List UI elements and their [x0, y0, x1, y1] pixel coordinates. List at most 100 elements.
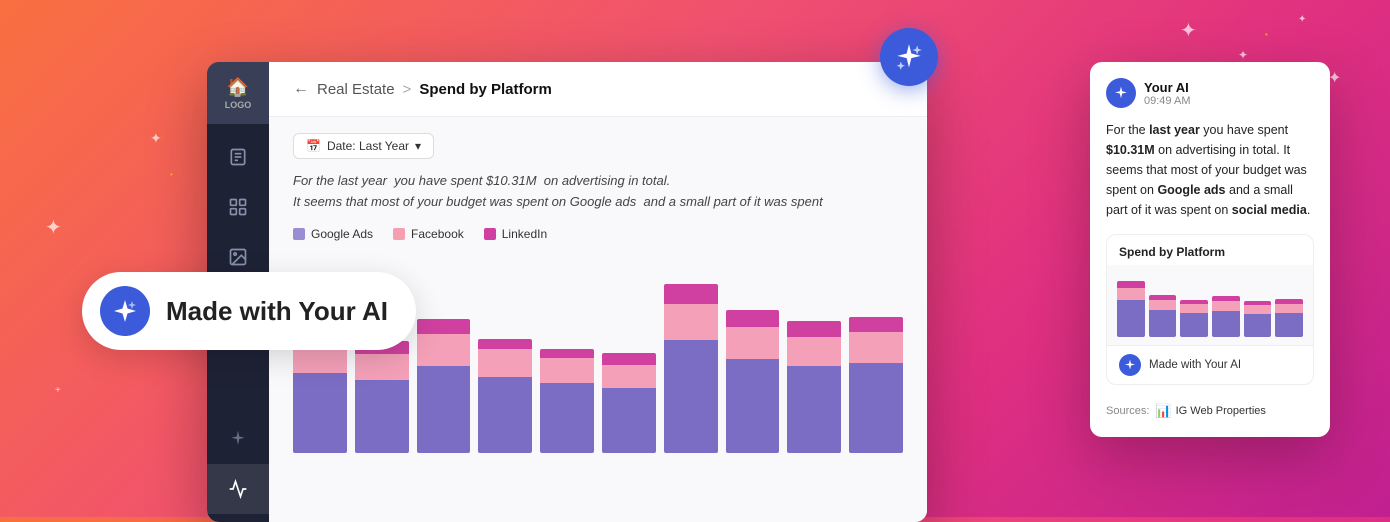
star-decoration-1: ✦: [45, 215, 62, 240]
chart-legend: Google Ads Facebook LinkedIn: [293, 227, 903, 241]
star-decoration-9: ✦: [1328, 68, 1341, 88]
legend-label-facebook: Facebook: [411, 227, 464, 241]
badge-text-small: Made with Your AI: [1149, 359, 1241, 371]
mini-bar-segment-facebook: [1149, 300, 1177, 310]
filter-bar: 📅 Date: Last Year ▾: [293, 133, 903, 159]
sidebar-item-ai[interactable]: [207, 414, 269, 464]
mini-bar-segment-google: [1117, 300, 1145, 337]
bar-segment-facebook: [602, 365, 656, 388]
document-icon: [228, 147, 248, 167]
legend-dot-linkedin: [484, 228, 496, 240]
mini-bar-segment-google: [1149, 310, 1177, 337]
star-decoration-7: ✦: [1298, 14, 1306, 25]
mini-chart-card: Spend by Platform Made with Your AI: [1106, 234, 1314, 385]
back-button[interactable]: ←: [293, 80, 309, 98]
sidebar-item-analytics[interactable]: [207, 464, 269, 514]
bar-segment-facebook: [417, 334, 471, 366]
breadcrumb: Real Estate > Spend by Platform: [317, 81, 552, 98]
badge-icon-small: [1119, 354, 1141, 376]
bar-segment-google: [478, 377, 532, 453]
bar-segment-facebook: [355, 354, 409, 380]
mini-bar-stack: [1275, 299, 1303, 337]
bar-segment-google: [355, 380, 409, 453]
ai-spark-button[interactable]: [880, 28, 938, 86]
bar-segment-linkedin: [787, 321, 841, 337]
bar-segment-linkedin: [602, 353, 656, 365]
chat-name: Your AI: [1144, 80, 1190, 95]
bar-segment-linkedin: [478, 339, 532, 349]
sources-bar-icon: 📊: [1155, 403, 1171, 419]
bar-group: [355, 341, 409, 453]
sidebar-item-documents[interactable]: [207, 132, 269, 182]
sidebar-item-grid[interactable]: [207, 182, 269, 232]
bar-segment-google: [664, 340, 718, 453]
breadcrumb-parent: Real Estate: [317, 81, 395, 98]
mini-bar-segment-google: [1180, 313, 1208, 337]
bar-group: [726, 310, 780, 453]
chat-message: For the last year you have spent $10.31M…: [1106, 120, 1314, 220]
mini-bar-stack: [1212, 296, 1240, 337]
bar-group: [664, 284, 718, 453]
legend-item-facebook: Facebook: [393, 227, 464, 241]
header: ← Real Estate > Spend by Platform: [269, 62, 927, 117]
mini-bar-stack: [1244, 301, 1272, 337]
legend-dot-facebook: [393, 228, 405, 240]
legend-label-linkedin: LinkedIn: [502, 227, 547, 241]
legend-item-linkedin: LinkedIn: [484, 227, 547, 241]
sparkle-large-icon: [895, 43, 923, 71]
sparkle-icon: [228, 429, 248, 449]
mini-bar-stack: [1149, 295, 1177, 337]
bar-group: [417, 319, 471, 453]
mini-chart-area: [1107, 265, 1313, 345]
bar-segment-linkedin: [417, 319, 471, 334]
mini-bar-segment-linkedin: [1117, 281, 1145, 288]
chat-header: Your AI 09:49 AM: [1106, 78, 1314, 108]
bar-group: [478, 339, 532, 453]
mini-chart-title: Spend by Platform: [1107, 235, 1313, 265]
breadcrumb-separator: >: [403, 81, 412, 98]
mini-bar-segment-facebook: [1275, 304, 1303, 313]
bar-segment-linkedin: [664, 284, 718, 304]
mini-bar-stack: [1117, 281, 1145, 337]
bar-segment-linkedin: [849, 317, 903, 332]
badge-sparkle-icon: [1124, 359, 1136, 371]
sources-label: Sources:: [1106, 405, 1149, 417]
sources-text: IG Web Properties: [1176, 405, 1266, 417]
bar-segment-google: [849, 363, 903, 453]
mini-bar-segment-google: [1275, 313, 1303, 337]
made-with-badge-small: Made with Your AI: [1107, 345, 1313, 384]
chevron-down-icon: ▾: [415, 139, 421, 153]
bar-segment-google: [602, 388, 656, 453]
chat-time: 09:49 AM: [1144, 95, 1190, 107]
bar-group: [787, 321, 841, 453]
legend-item-google: Google Ads: [293, 227, 373, 241]
chat-avatar: [1106, 78, 1136, 108]
chat-panel: Your AI 09:49 AM For the last year you h…: [1090, 62, 1330, 437]
mini-bar-segment-google: [1244, 314, 1272, 337]
bar-segment-linkedin: [726, 310, 780, 327]
bar-group: [602, 353, 656, 453]
logo-text: LOGO: [225, 100, 252, 110]
filter-label: Date: Last Year: [327, 139, 409, 153]
bar-group: [540, 349, 594, 453]
bar-segment-facebook: [664, 304, 718, 340]
mini-bar-segment-facebook: [1212, 301, 1240, 311]
calendar-icon: 📅: [306, 139, 321, 153]
star-decoration-3: +: [55, 385, 61, 396]
bar-segment-linkedin: [540, 349, 594, 358]
mini-bar-segment-facebook: [1117, 288, 1145, 300]
bar-segment-google: [540, 383, 594, 453]
star-decoration-6: ✦: [1238, 48, 1248, 62]
description-text: For the last year you have spent $10.31M…: [293, 171, 903, 213]
chat-sparkle-icon: [1114, 86, 1128, 100]
bar-segment-google: [417, 366, 471, 453]
star-decoration-4: •: [170, 170, 173, 179]
bar-segment-google: [726, 359, 780, 453]
bar-segment-facebook: [787, 337, 841, 366]
mini-bar-segment-google: [1212, 311, 1240, 337]
sources-row: Sources: 📊 IG Web Properties: [1106, 397, 1314, 421]
mini-bar-segment-facebook: [1180, 304, 1208, 313]
date-filter-button[interactable]: 📅 Date: Last Year ▾: [293, 133, 434, 159]
mini-bar-stack: [1180, 300, 1208, 337]
made-with-pill: Made with Your AI: [82, 272, 416, 350]
